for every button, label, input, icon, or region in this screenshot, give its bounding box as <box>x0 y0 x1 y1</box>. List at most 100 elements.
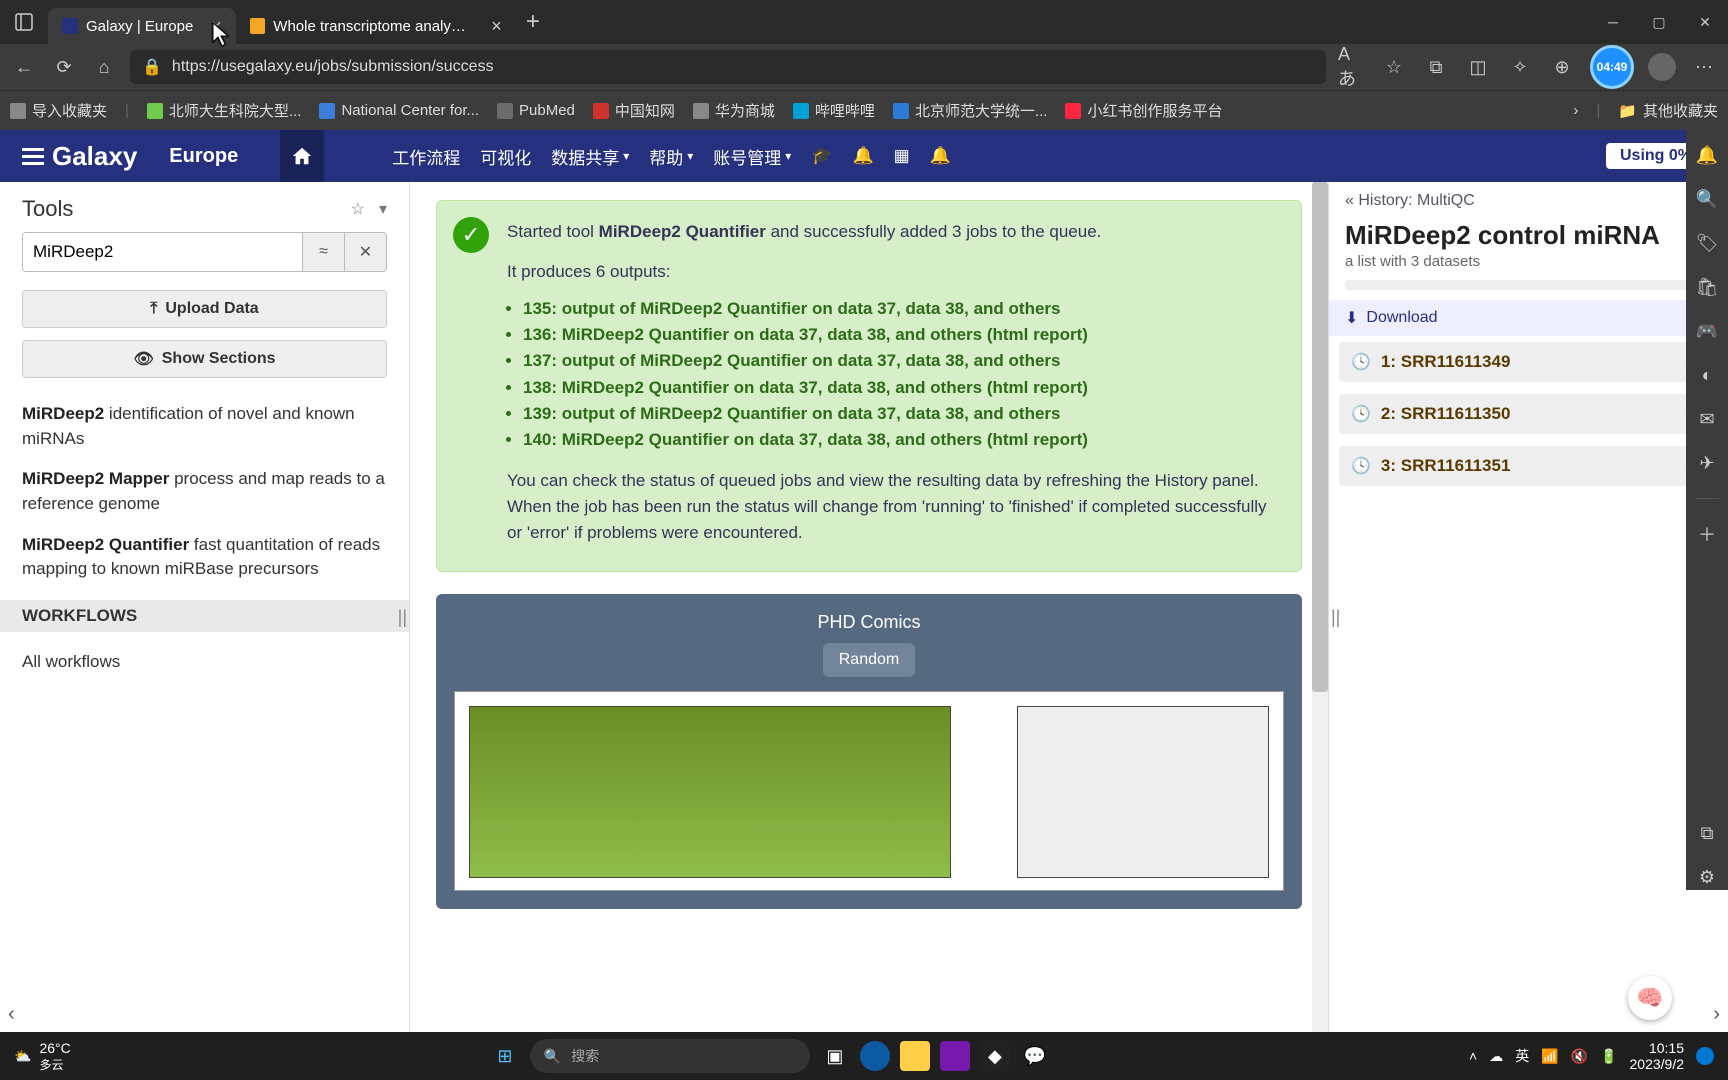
download-button[interactable]: ⬇ Download <box>1329 300 1728 336</box>
tools-search-input[interactable] <box>22 232 303 272</box>
tray-onedrive-icon[interactable]: ☁ <box>1489 1048 1503 1065</box>
search-clear-button[interactable]: ✕ <box>345 232 387 272</box>
timer-badge[interactable]: 04:49 <box>1590 45 1634 89</box>
sidebar-games-icon[interactable]: 🎮 <box>1694 318 1720 344</box>
sidebar-settings-icon[interactable]: ⚙ <box>1694 864 1720 890</box>
bookmark-item[interactable]: 华为商城 <box>693 100 775 121</box>
explorer-icon[interactable] <box>900 1041 930 1071</box>
star-icon[interactable]: ☆ <box>1380 53 1408 81</box>
browser-tab[interactable]: Whole transcriptome analysis of × <box>236 8 516 44</box>
extensions-icon[interactable]: ⧉ <box>1422 53 1450 81</box>
window-close-button[interactable]: ✕ <box>1682 0 1728 44</box>
nav-account[interactable]: 账号管理 <box>713 144 791 169</box>
tray-battery-icon[interactable]: 🔋 <box>1600 1048 1617 1065</box>
output-item[interactable]: 135: output of MiRDeep2 Quantifier on da… <box>523 296 1279 322</box>
nav-home-button[interactable]: ⌂ <box>90 53 118 81</box>
tool-item[interactable]: MiRDeep2 Mapper process and map reads to… <box>22 459 387 524</box>
nav-back-button[interactable]: ← <box>10 53 38 81</box>
nav-workflow[interactable]: 工作流程 <box>392 144 460 169</box>
sidebar-tag-icon[interactable]: 🏷 <box>1694 230 1720 256</box>
scrollbar-track[interactable] <box>1312 182 1328 1032</box>
scrollbar-thumb[interactable] <box>1312 182 1328 692</box>
output-item[interactable]: 136: MiRDeep2 Quantifier on data 37, dat… <box>523 322 1279 348</box>
sidebar-search-icon[interactable]: 🔍 <box>1694 186 1720 212</box>
nav-refresh-button[interactable]: ⟳ <box>50 53 78 81</box>
window-minimize-button[interactable]: ─ <box>1590 0 1636 44</box>
url-input[interactable]: 🔒 https://usegalaxy.eu/jobs/submission/s… <box>130 50 1326 84</box>
panel-resize-handle[interactable]: || <box>398 607 407 628</box>
sidebar-outlook-icon[interactable]: ✉ <box>1694 406 1720 432</box>
bookmark-item[interactable]: National Center for... <box>319 102 479 119</box>
nav-learn-icon[interactable]: 🎓 <box>811 146 832 166</box>
output-item[interactable]: 139: output of MiRDeep2 Quantifier on da… <box>523 401 1279 427</box>
tab-close-icon[interactable]: × <box>211 16 222 37</box>
dataset-item[interactable]: 🕓 1: SRR11611349 👁 <box>1339 342 1718 382</box>
nav-data-share[interactable]: 数据共享 <box>551 144 629 169</box>
edge-icon[interactable] <box>860 1041 890 1071</box>
sidebar-capture-icon[interactable]: ⧉ <box>1694 820 1720 846</box>
tab-actions-icon[interactable] <box>0 13 48 31</box>
taskbar-search[interactable]: 🔍 搜索 <box>530 1039 810 1073</box>
split-icon[interactable]: ◫ <box>1464 53 1492 81</box>
bookmark-item[interactable]: 中国知网 <box>593 100 675 121</box>
upload-data-button[interactable]: ⤒ Upload Data <box>22 290 387 328</box>
sidebar-copilot-icon[interactable]: ◐ <box>1694 362 1720 388</box>
all-workflows-link[interactable]: All workflows <box>22 642 387 683</box>
collapse-right-icon[interactable]: › <box>1713 1003 1720 1026</box>
dataset-item[interactable]: 🕓 3: SRR11611351 👁 <box>1339 446 1718 486</box>
nav-bell2-icon[interactable]: 🔔 <box>930 146 951 166</box>
taskbar-weather[interactable]: ⛅ 26°C 多云 <box>14 1040 71 1073</box>
other-bookmarks[interactable]: 📁其他收藏夹 <box>1618 100 1718 121</box>
tray-chevron-icon[interactable]: ˄ <box>1469 1048 1477 1064</box>
show-sections-button[interactable]: 👁 Show Sections <box>22 340 387 378</box>
favorites-icon[interactable]: ✧ <box>1506 53 1534 81</box>
collections-icon[interactable]: ⊕ <box>1548 53 1576 81</box>
bookmark-item[interactable]: 哔哩哔哩 <box>793 100 875 121</box>
browser-tab-active[interactable]: Galaxy | Europe × <box>48 8 236 44</box>
tab-close-icon[interactable]: × <box>491 16 502 37</box>
task-view-icon[interactable]: ▣ <box>820 1041 850 1071</box>
bookmark-import[interactable]: 导入收藏夹 <box>10 100 107 121</box>
tray-ime[interactable]: 英 <box>1515 1046 1529 1066</box>
collapse-left-icon[interactable]: ‹ <box>8 1003 15 1026</box>
tray-wifi-icon[interactable]: 📶 <box>1541 1048 1558 1065</box>
onenote-icon[interactable] <box>940 1041 970 1071</box>
random-button[interactable]: Random <box>823 643 915 677</box>
nav-grid-icon[interactable]: ▦ <box>894 146 910 166</box>
sidebar-send-icon[interactable]: ✈ <box>1694 450 1720 476</box>
history-back-link[interactable]: « History: MultiQC <box>1329 182 1728 216</box>
search-options-button[interactable]: ≈ <box>303 232 345 272</box>
tools-menu-icon[interactable]: ▾ <box>379 199 387 219</box>
nav-help[interactable]: 帮助 <box>649 144 693 169</box>
dataset-item[interactable]: 🕓 2: SRR11611350 👁 <box>1339 394 1718 434</box>
bookmark-item[interactable]: PubMed <box>497 102 575 119</box>
bookmark-item[interactable]: 北京师范大学统一... <box>893 100 1048 121</box>
sidebar-bell-icon[interactable]: 🔔 <box>1694 142 1720 168</box>
bookmark-overflow[interactable]: › <box>1573 102 1578 119</box>
sidebar-add-icon[interactable]: ＋ <box>1694 521 1720 547</box>
window-maximize-button[interactable]: ▢ <box>1636 0 1682 44</box>
nav-visualize[interactable]: 可视化 <box>480 144 531 169</box>
bookmark-item[interactable]: 北师大生科院大型... <box>147 100 302 121</box>
output-item[interactable]: 138: MiRDeep2 Quantifier on data 37, dat… <box>523 375 1279 401</box>
new-tab-button[interactable]: + <box>516 8 550 36</box>
tool-item[interactable]: MiRDeep2 identification of novel and kno… <box>22 394 387 459</box>
profile-avatar[interactable] <box>1648 53 1676 81</box>
nav-home[interactable] <box>280 130 324 182</box>
output-item[interactable]: 140: MiRDeep2 Quantifier on data 37, dat… <box>523 427 1279 453</box>
panel-resize-handle[interactable]: || <box>1331 607 1340 628</box>
reader-icon[interactable]: Aあ <box>1338 53 1366 81</box>
tool-item[interactable]: MiRDeep2 Quantifier fast quantitation of… <box>22 525 387 590</box>
ai-assistant-icon[interactable]: 🧠 <box>1628 976 1672 1020</box>
galaxy-logo[interactable]: Galaxy <box>22 141 137 172</box>
wechat-icon[interactable]: 💬 <box>1020 1041 1050 1071</box>
taskbar-clock[interactable]: 10:15 2023/9/2 <box>1630 1040 1685 1072</box>
nav-bell-icon[interactable]: 🔔 <box>852 146 873 166</box>
tools-fav-icon[interactable]: ☆ <box>351 199 365 219</box>
more-menu-icon[interactable]: ⋯ <box>1690 53 1718 81</box>
bookmark-item[interactable]: 小红书创作服务平台 <box>1065 100 1222 121</box>
start-button[interactable]: ⊞ <box>490 1041 520 1071</box>
app-icon[interactable]: ◆ <box>980 1041 1010 1071</box>
output-item[interactable]: 137: output of MiRDeep2 Quantifier on da… <box>523 348 1279 374</box>
tray-notifications-icon[interactable] <box>1696 1047 1714 1065</box>
